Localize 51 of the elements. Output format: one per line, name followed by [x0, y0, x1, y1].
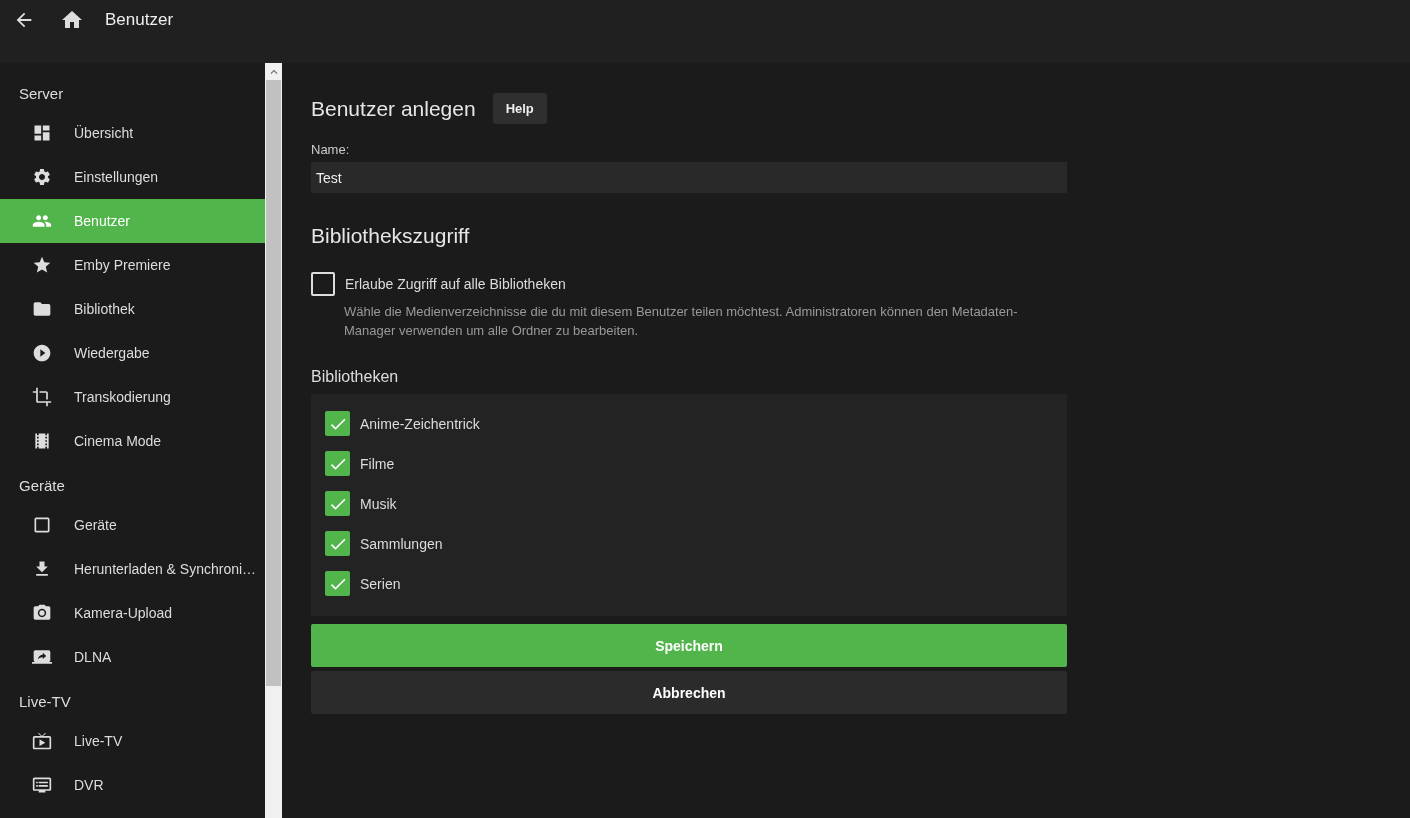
camera-icon	[32, 603, 52, 623]
description: Wähle die Medienverzeichnisse die du mit diesem Benutzer teilen möchtest. Administratoren können den Metadaten-Manager verwenden um alle Ordner zu bearbeiten.	[344, 303, 1019, 340]
form-title: Benutzer anlegen	[311, 96, 476, 121]
film-icon	[32, 431, 52, 451]
sidebar-item[interactable]: Übersicht	[0, 111, 265, 155]
screen-share-icon	[32, 647, 52, 667]
sidebar-item[interactable]: Bibliothek	[0, 287, 265, 331]
page-title: Benutzer	[105, 9, 174, 31]
sidebar-item[interactable]: Transkodierung	[0, 375, 265, 419]
checkbox[interactable]	[325, 531, 350, 556]
checkbox-label: Erlaube Zugriff auf alle Bibliotheken	[345, 276, 566, 292]
checkbox-label: Serien	[360, 575, 401, 592]
field-label: Name:	[311, 142, 351, 157]
sidebar-item[interactable]: Cinema Mode	[0, 419, 265, 463]
checkbox[interactable]	[325, 491, 350, 516]
scrollbar-thumb[interactable]	[266, 80, 281, 686]
settings-icon	[32, 167, 52, 187]
section-title: Live-TV	[18, 692, 72, 712]
dvr-icon	[32, 775, 52, 795]
dashboard-icon	[32, 123, 52, 143]
sidebar-item[interactable]: Kamera-Upload	[0, 591, 265, 635]
sidebar-item[interactable]: DLNA	[0, 635, 265, 679]
section-heading: Bibliotheken	[311, 368, 400, 386]
help-button[interactable]: Help	[492, 93, 547, 124]
play-icon	[32, 343, 52, 363]
screen-icon	[32, 515, 52, 535]
star-icon	[32, 255, 52, 275]
checkbox-label: Filme	[360, 455, 395, 472]
sidebar-item[interactable]: Wiedergabe	[0, 331, 265, 375]
sidebar-item[interactable]: Live-TV	[0, 719, 265, 763]
checkbox-label: Sammlungen	[360, 535, 443, 552]
checkbox[interactable]	[325, 451, 350, 476]
sidebar-item[interactable]: Geräte	[0, 503, 265, 547]
sidebar-item[interactable]: DVR	[0, 763, 265, 807]
sidebar-item[interactable]: Herunterladen & Synchroni…	[0, 547, 265, 591]
section-title: Server	[18, 84, 65, 104]
crop-icon	[32, 387, 52, 407]
sidebar-item[interactable]: Emby Premiere	[0, 243, 265, 287]
tv-icon	[32, 731, 52, 751]
scrollbar[interactable]	[265, 63, 282, 818]
checkbox[interactable]	[325, 411, 350, 436]
checkbox-label: Musik	[360, 495, 397, 512]
checkbox[interactable]	[325, 571, 350, 596]
folder-icon	[32, 299, 52, 319]
checkbox-label: Anime-Zeichentrick	[360, 415, 480, 432]
cancel-button[interactable]: Abbrechen	[311, 671, 1067, 714]
section-heading: Bibliothekszugriff	[311, 224, 471, 248]
name-field[interactable]: Test	[311, 162, 1067, 193]
checkbox[interactable]	[311, 272, 335, 296]
section-title: Geräte	[18, 476, 66, 496]
sidebar-item[interactable]: Einstellungen	[0, 155, 265, 199]
